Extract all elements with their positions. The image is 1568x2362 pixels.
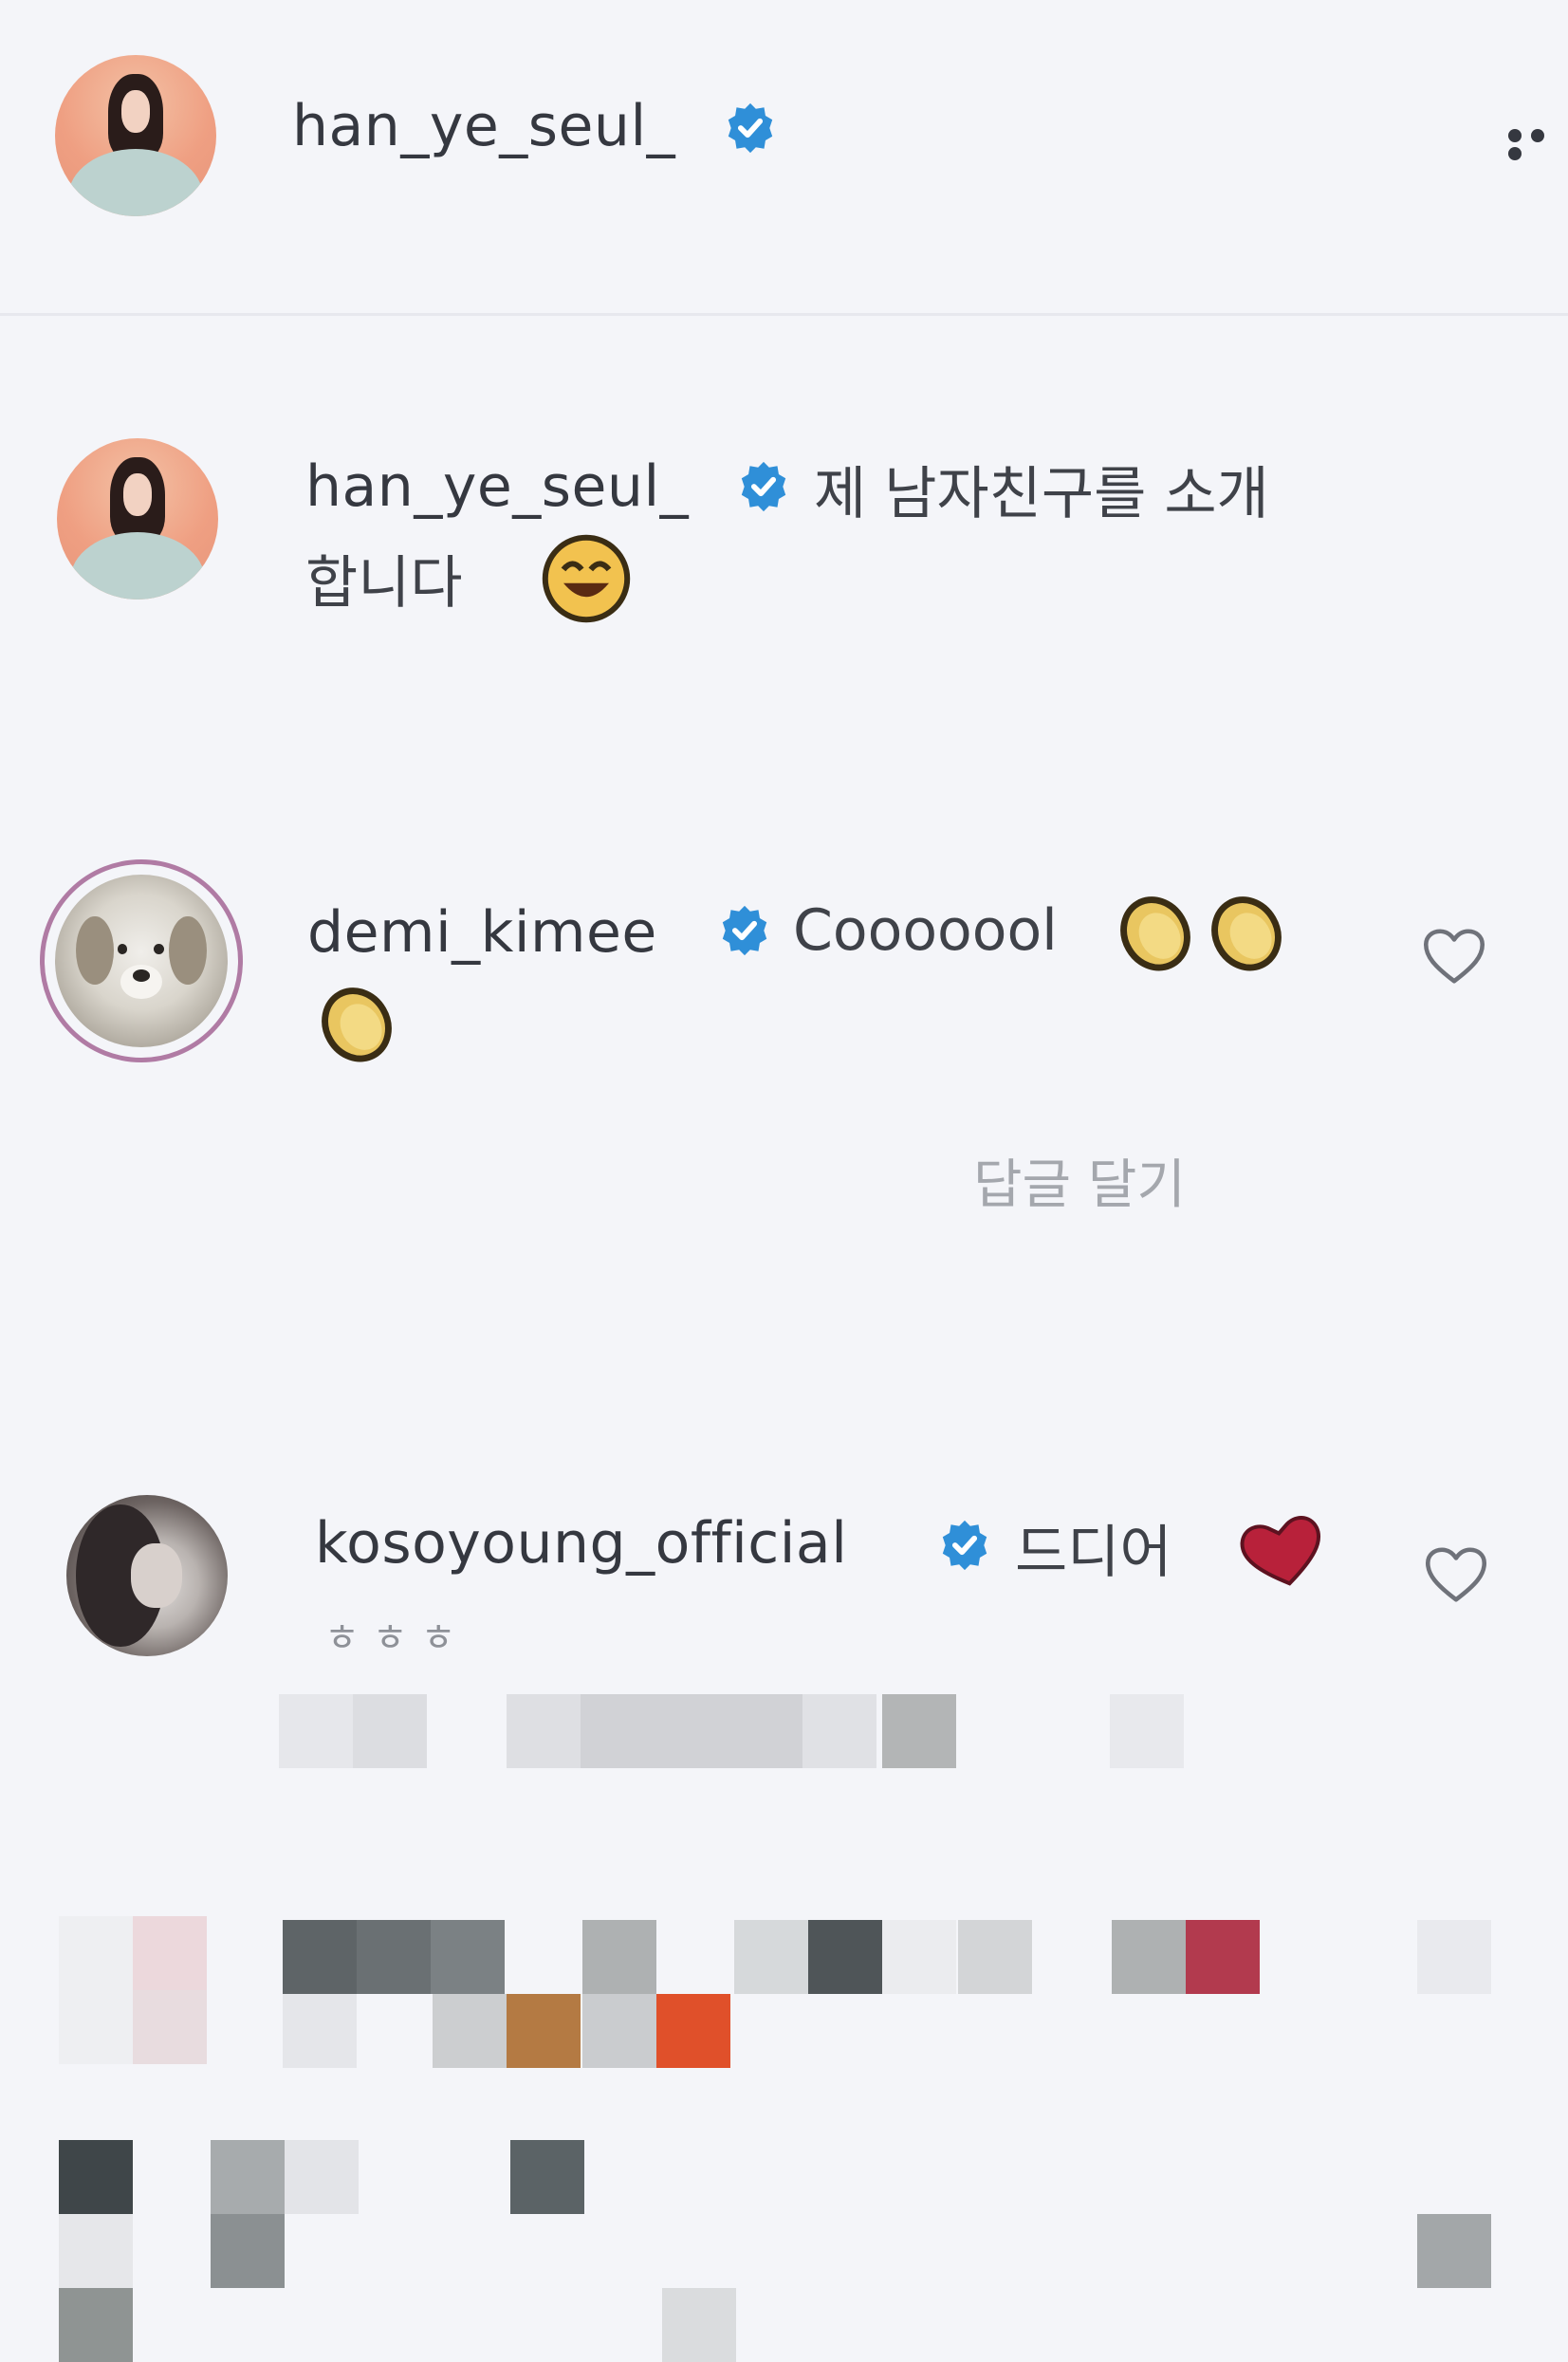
heart-icon[interactable] (1421, 926, 1487, 987)
pixel-block (59, 1916, 133, 1990)
pixel-block (882, 1694, 956, 1768)
pixel-block (59, 2214, 133, 2288)
pixel-block (431, 1920, 505, 1994)
pixel-block (507, 1694, 581, 1768)
heart-icon[interactable] (1423, 1544, 1489, 1605)
comment-subtext: ㅎㅎㅎ (324, 1616, 470, 1660)
comment-text: 드디어 (1015, 1520, 1172, 1586)
pixel-block (59, 2140, 133, 2214)
verified-badge-icon (942, 1520, 987, 1571)
verified-badge-icon (728, 102, 773, 154)
pixel-block (1417, 1920, 1491, 1994)
pixel-block (59, 2288, 133, 2362)
pixel-block (283, 1920, 357, 1994)
pixel-block (581, 1694, 655, 1768)
verified-badge-icon (741, 461, 786, 512)
pixel-block (357, 1920, 431, 1994)
pixel-block (211, 2140, 285, 2214)
pixel-block (507, 1994, 581, 2068)
avatar[interactable] (57, 438, 218, 600)
pixel-block (285, 2140, 359, 2214)
more-options-icon[interactable] (1508, 128, 1568, 160)
pixel-block (1112, 1920, 1186, 1994)
pixel-block (729, 1694, 802, 1768)
red-heart-emoji-icon (1240, 1516, 1321, 1586)
comment-username[interactable]: demi_kimee (307, 899, 657, 966)
avatar[interactable] (66, 1495, 228, 1656)
divider (0, 313, 1568, 316)
reply-button[interactable]: 답글 달기 (973, 1142, 1186, 1219)
verified-badge-icon (722, 905, 767, 956)
smiling-face-emoji-icon (542, 534, 631, 623)
pixel-block (279, 1694, 353, 1768)
clapping-hands-emoji-icon (322, 987, 392, 1062)
pixel-block (353, 1694, 427, 1768)
comment-text-line2: 합니다 (305, 550, 463, 617)
pixel-block (433, 1994, 507, 2068)
pixel-block (1417, 2214, 1491, 2288)
pixel-block (133, 1916, 207, 1990)
comment-username[interactable]: kosoyoung_official (315, 1510, 847, 1577)
pixel-block (882, 1920, 956, 1994)
clapping-hands-emoji-icon (1120, 896, 1190, 971)
pixel-block (510, 2140, 584, 2214)
pixel-block (1186, 1920, 1260, 1994)
pixel-block (734, 1920, 808, 1994)
pixel-block (662, 2288, 736, 2362)
pixel-block (1110, 1694, 1184, 1768)
pixel-block (582, 1994, 656, 2068)
pixel-block (808, 1920, 882, 1994)
avatar[interactable] (55, 875, 228, 1047)
comment-username[interactable]: han_ye_seul_ (305, 453, 689, 520)
pixel-block (656, 1994, 730, 2068)
pixel-block (133, 1990, 207, 2064)
pixel-block (958, 1920, 1032, 1994)
pixel-block (655, 1694, 729, 1768)
comment-text: 제 남자친구를 소개 (814, 461, 1269, 527)
pixel-block (283, 1994, 357, 2068)
comment-text: Cooooool (793, 897, 1058, 964)
header-username[interactable]: han_ye_seul_ (292, 93, 675, 159)
avatar[interactable] (55, 55, 216, 216)
pixel-block (802, 1694, 876, 1768)
pixel-block (582, 1920, 656, 1994)
pixel-block (59, 1990, 133, 2064)
clapping-hands-emoji-icon (1211, 896, 1282, 971)
pixel-block (211, 2214, 285, 2288)
